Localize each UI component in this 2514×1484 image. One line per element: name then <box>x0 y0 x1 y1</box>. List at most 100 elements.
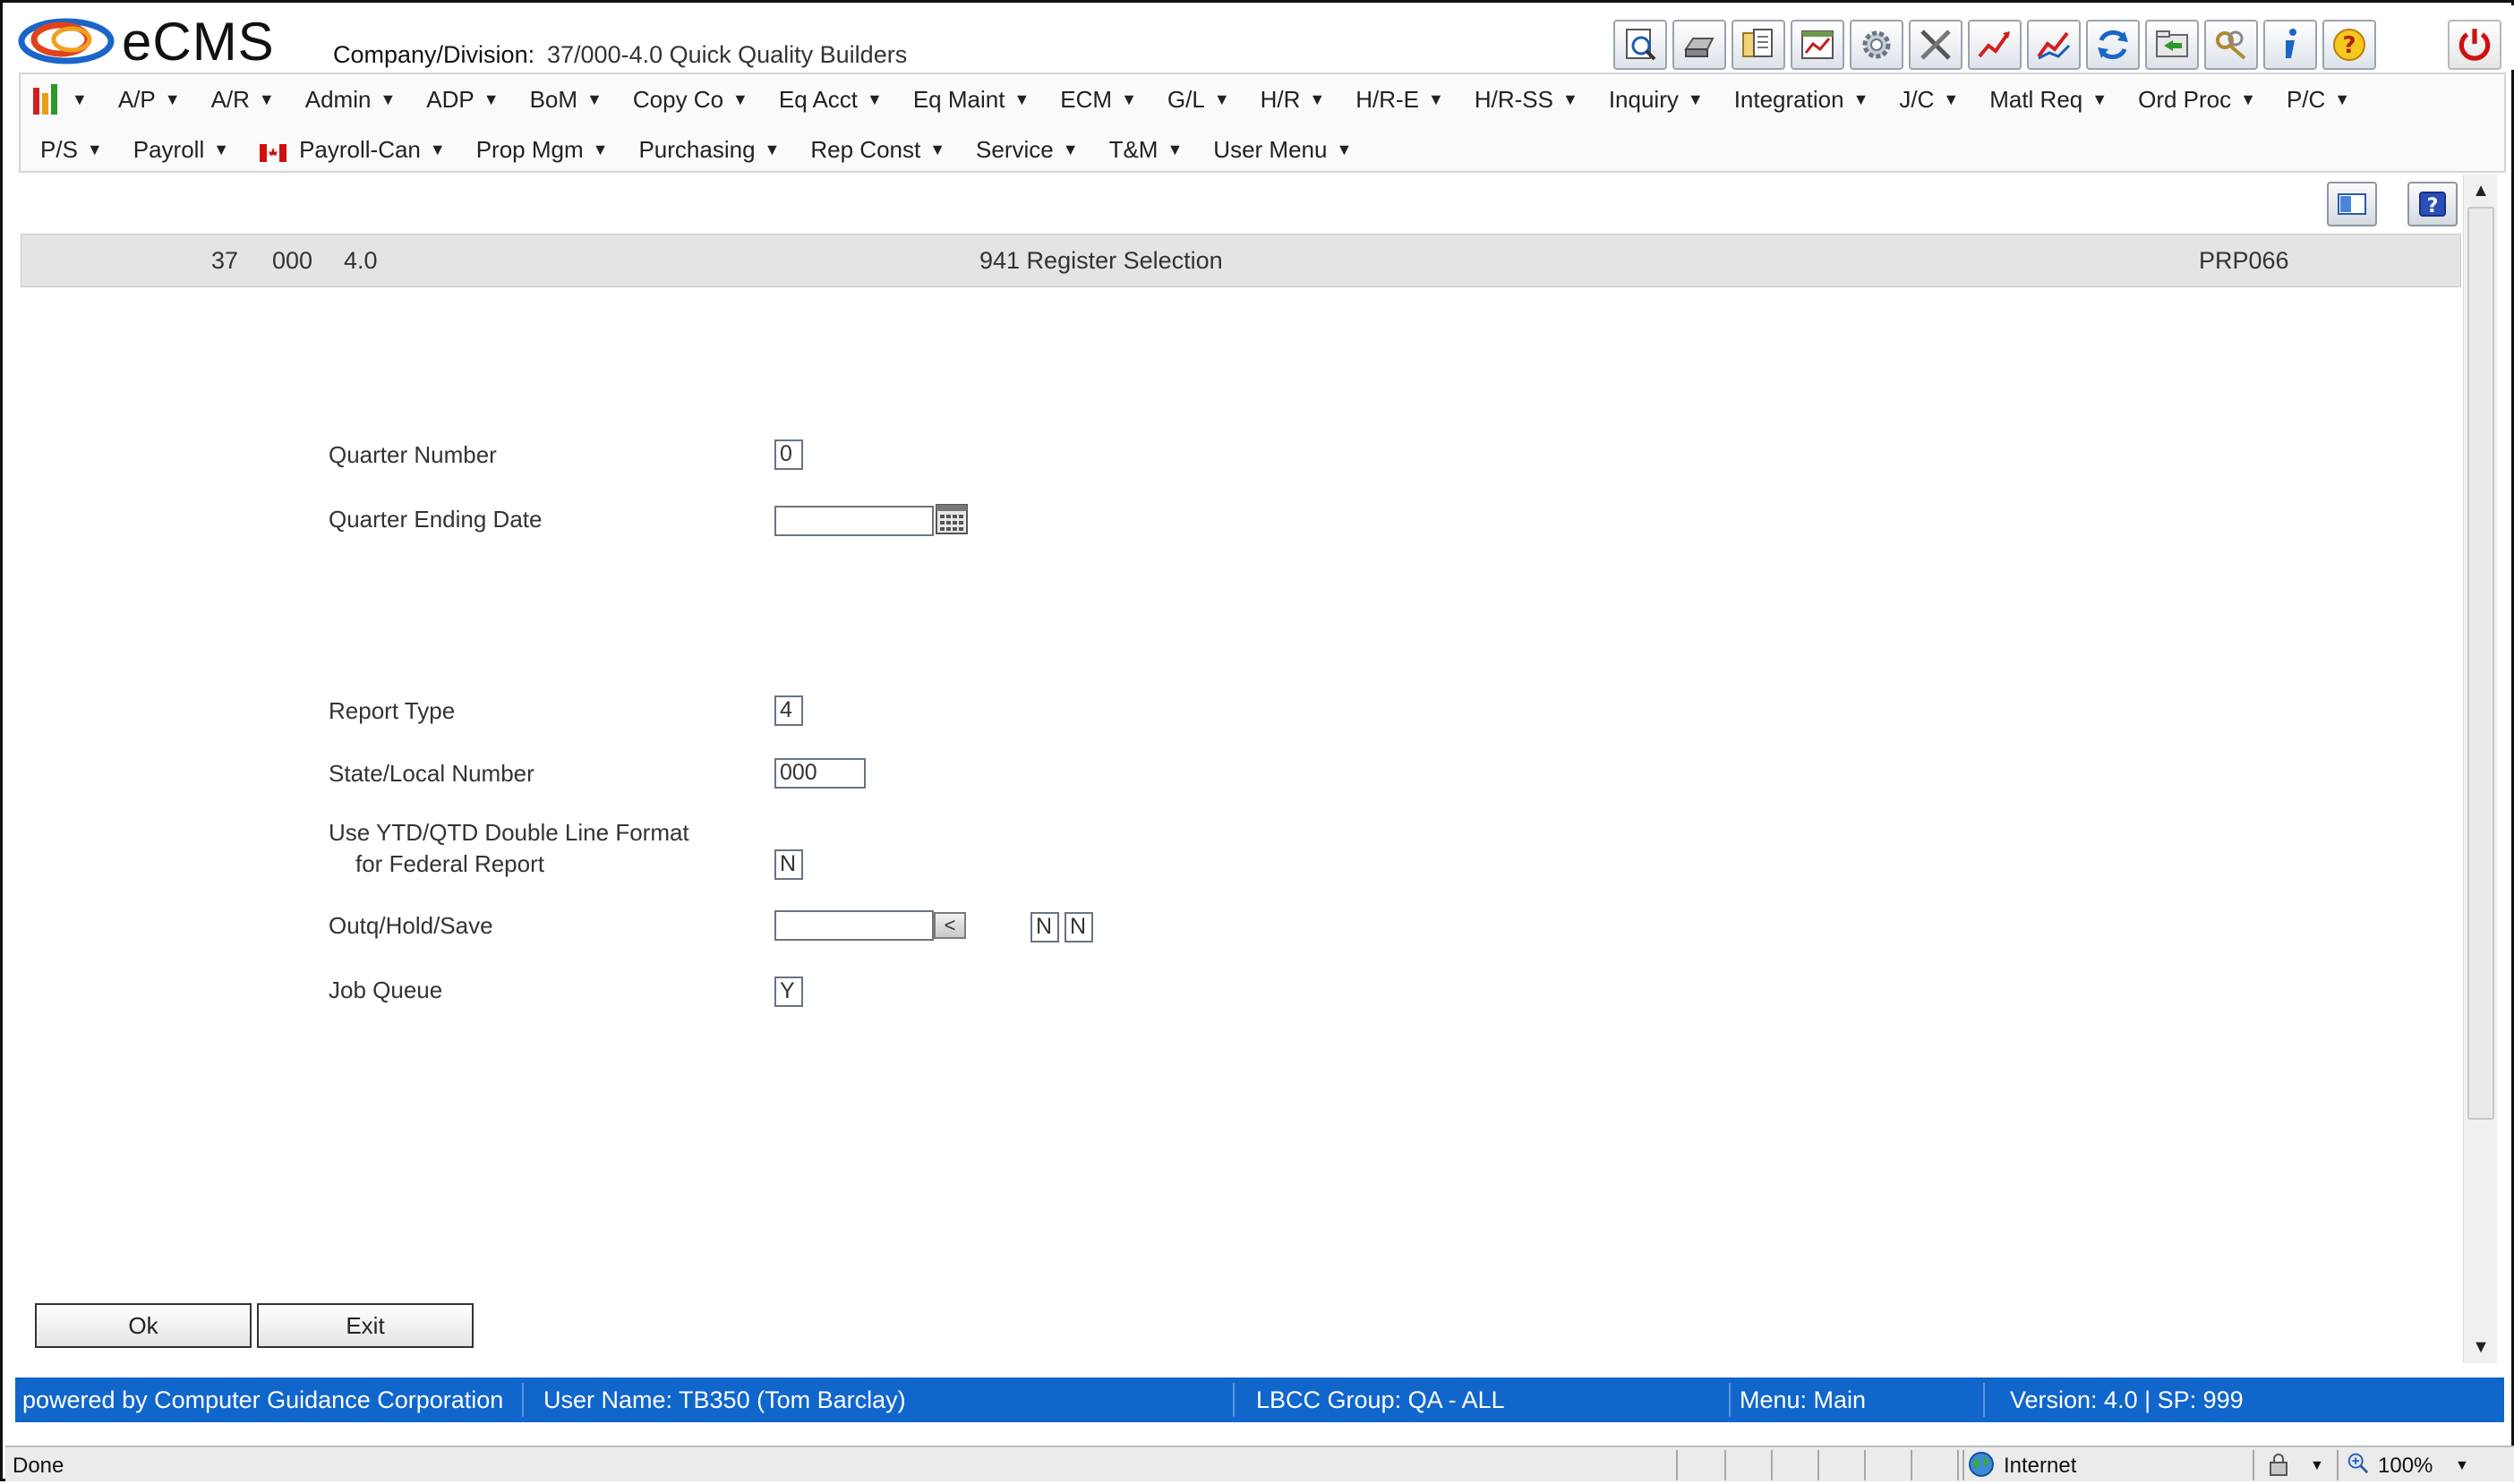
menu-text: Menu: Main <box>1740 1386 1867 1413</box>
state-local-number-input[interactable]: 000 <box>774 758 866 789</box>
status-cell <box>1676 1450 1678 1480</box>
menu-item-rep-const[interactable]: Rep Const ▼ <box>795 136 961 164</box>
zone-text: Internet <box>2004 1454 2077 1478</box>
status-cell <box>1864 1450 1866 1480</box>
calendar-icon[interactable] <box>936 504 968 534</box>
documents-icon[interactable] <box>1732 20 1785 70</box>
status-separator <box>522 1383 524 1417</box>
scroll-thumb[interactable] <box>2467 207 2494 1120</box>
app-status-bar: powered by Computer Guidance Corporation… <box>15 1377 2504 1422</box>
outq-lookup-button[interactable]: < <box>934 912 966 939</box>
menu-item-g-l[interactable]: G/L ▼ <box>1152 86 1245 114</box>
security-lock-icon[interactable] <box>2265 1451 2292 1484</box>
power-icon[interactable] <box>2448 20 2501 70</box>
menu-item-bom[interactable]: BoM ▼ <box>515 86 618 114</box>
menu-item-j-c[interactable]: J/C ▼ <box>1884 86 1974 114</box>
dropdown-arrow-icon: ▼ <box>2334 90 2351 108</box>
search-page-icon[interactable] <box>1613 20 1667 70</box>
menu-item-prop-mgm[interactable]: Prop Mgm ▼ <box>461 136 624 164</box>
help-page-icon[interactable]: ? <box>2407 182 2458 226</box>
menu-item-a-r[interactable]: A/R ▼ <box>196 86 290 114</box>
hold-input[interactable]: N <box>1030 912 1059 942</box>
menu-item-service[interactable]: Service ▼ <box>961 136 1094 164</box>
security-dropdown-icon[interactable]: ▼ <box>2310 1458 2324 1474</box>
menu-item-user-menu[interactable]: User Menu ▼ <box>1198 136 1367 164</box>
menu-item-label: Matl Req <box>1989 85 2083 113</box>
folder-transfer-icon[interactable] <box>2145 20 2199 70</box>
menu-item-label: Eq Acct <box>778 85 859 113</box>
save-input[interactable]: N <box>1065 912 1093 942</box>
state-local-number-label: State/Local Number <box>329 760 534 787</box>
trend-chart-icon[interactable] <box>2027 20 2081 70</box>
menu-item-label: A/R <box>210 85 250 113</box>
menu-item-label: Copy Co <box>632 85 724 113</box>
refresh-icon[interactable] <box>2086 20 2140 70</box>
vertical-scrollbar[interactable]: ▲ ▼ <box>2463 175 2497 1363</box>
report-type-input[interactable]: 4 <box>774 695 803 726</box>
menu-item-inquiry[interactable]: Inquiry ▼ <box>1594 86 1719 114</box>
menu-item-ord-proc[interactable]: Ord Proc ▼ <box>2123 86 2271 114</box>
zoom-dropdown-icon[interactable]: ▼ <box>2455 1458 2469 1474</box>
menu-item-ecm[interactable]: ECM ▼ <box>1045 86 1152 114</box>
menu-item-h-r[interactable]: H/R ▼ <box>1245 86 1341 114</box>
quarter-ending-date-input[interactable] <box>774 506 934 536</box>
menu-item-payroll-can[interactable]: Payroll-Can ▼ <box>244 136 461 164</box>
browser-window: eCMS Company/Division: 37/000-4.0 Quick … <box>0 0 2514 1481</box>
ok-button[interactable]: Ok <box>35 1303 252 1348</box>
dropdown-arrow-icon: ▼ <box>1013 90 1030 108</box>
menu-item-label: H/R-E <box>1355 85 1420 113</box>
info-icon[interactable] <box>2263 20 2317 70</box>
exit-button[interactable]: Exit <box>257 1303 474 1348</box>
dropdown-arrow-icon: ▼ <box>164 90 181 108</box>
menu-item-adp[interactable]: ADP ▼ <box>411 86 514 114</box>
menu-chart-dropdown[interactable]: ▼ <box>21 84 103 115</box>
menu-item-label: Inquiry <box>1608 85 1679 113</box>
help-icon[interactable]: ? <box>2322 20 2376 70</box>
dropdown-arrow-icon: ▼ <box>2240 90 2256 108</box>
menu-item-eq-acct[interactable]: Eq Acct ▼ <box>764 86 898 114</box>
outq-hold-save-label: Outq/Hold/Save <box>329 912 493 939</box>
browser-status-bar: Done Internet ▼ 100% ▼ <box>5 1446 2514 1481</box>
menu-item-p-s[interactable]: P/S ▼ <box>21 136 118 164</box>
zoom-icon[interactable] <box>2346 1451 2371 1482</box>
menu-item-matl-req[interactable]: Matl Req ▼ <box>1974 86 2123 114</box>
menu-item-eq-maint[interactable]: Eq Maint ▼ <box>898 86 1045 114</box>
menu-item-label: Prop Mgm <box>475 135 584 163</box>
menu-row-1: ▼ A/P ▼ A/R ▼ Admin ▼ ADP ▼ BoM ▼ Copy Co ▼ Eq Acct ▼… <box>21 74 2365 124</box>
screen-layout-icon[interactable] <box>2327 182 2377 226</box>
menu-item-p-c[interactable]: P/C ▼ <box>2271 86 2365 114</box>
menu-item-payroll[interactable]: Payroll ▼ <box>118 136 244 164</box>
menu-item-h-r-ss[interactable]: H/R-SS ▼ <box>1459 86 1594 114</box>
canada-flag-icon <box>260 141 287 162</box>
zoom-level-text[interactable]: 100% <box>2378 1454 2433 1479</box>
status-cell <box>1957 1450 1959 1480</box>
menu-item-copy-co[interactable]: Copy Co ▼ <box>618 86 764 114</box>
scroll-up-arrow-icon[interactable]: ▲ <box>2466 176 2496 205</box>
menu-item-purchasing[interactable]: Purchasing ▼ <box>623 136 795 164</box>
job-queue-input[interactable]: Y <box>774 977 803 1007</box>
outq-input[interactable] <box>774 910 934 941</box>
menu-item-label: A/P <box>117 85 156 113</box>
gear-icon[interactable] <box>1850 20 1903 70</box>
tools-icon[interactable] <box>1909 20 1962 70</box>
menu-item-a-p[interactable]: A/P ▼ <box>103 86 196 114</box>
menu-item-label: J/C <box>1899 85 1935 113</box>
trend-up-icon[interactable] <box>1968 20 2022 70</box>
printer-icon[interactable] <box>1672 20 1726 70</box>
menu-item-h-r-e[interactable]: H/R-E ▼ <box>1340 86 1459 114</box>
scroll-down-arrow-icon[interactable]: ▼ <box>2466 1333 2496 1361</box>
ytd-format-input[interactable]: N <box>774 849 803 880</box>
dropdown-arrow-icon: ▼ <box>2091 90 2108 108</box>
menu-item-admin[interactable]: Admin ▼ <box>290 86 412 114</box>
dropdown-arrow-icon: ▼ <box>380 90 397 108</box>
menu-item-tandm[interactable]: T&M ▼ <box>1094 136 1199 164</box>
dropdown-arrow-icon: ▼ <box>1336 140 1353 158</box>
dropdown-arrow-icon: ▼ <box>929 140 946 158</box>
spreadsheet-icon[interactable] <box>1791 20 1844 70</box>
quarter-number-input[interactable]: 0 <box>774 439 803 470</box>
menu-item-integration[interactable]: Integration ▼ <box>1719 86 1885 114</box>
screen-title-bar: 37 000 4.0 941 Register Selection PRP066 <box>21 234 2461 287</box>
company-division-label: Company/Division: <box>333 41 535 68</box>
keys-icon[interactable] <box>2204 20 2258 70</box>
status-separator <box>1983 1383 1985 1417</box>
